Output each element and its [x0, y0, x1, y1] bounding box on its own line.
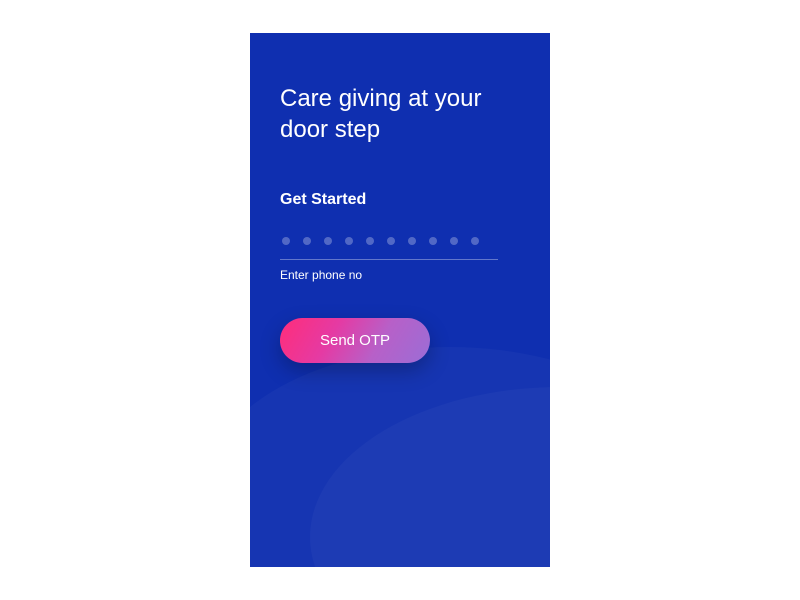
phone-digit-dot: [471, 237, 479, 245]
send-otp-button[interactable]: Send OTP: [280, 318, 430, 363]
phone-digit-dot: [429, 237, 437, 245]
input-underline: [280, 259, 498, 260]
section-subtitle: Get Started: [280, 191, 520, 209]
phone-digit-dots: [280, 237, 520, 245]
phone-digit-dot: [324, 237, 332, 245]
phone-digit-dot: [387, 237, 395, 245]
phone-digit-dot: [408, 237, 416, 245]
phone-digit-dot: [282, 237, 290, 245]
onboarding-screen: Care giving at your door step Get Starte…: [250, 33, 550, 567]
phone-digit-dot: [345, 237, 353, 245]
phone-input-helper: Enter phone no: [280, 268, 520, 282]
phone-digit-dot: [303, 237, 311, 245]
page-title: Care giving at your door step: [280, 83, 520, 145]
phone-digit-dot: [450, 237, 458, 245]
phone-input[interactable]: [280, 237, 520, 260]
phone-digit-dot: [366, 237, 374, 245]
